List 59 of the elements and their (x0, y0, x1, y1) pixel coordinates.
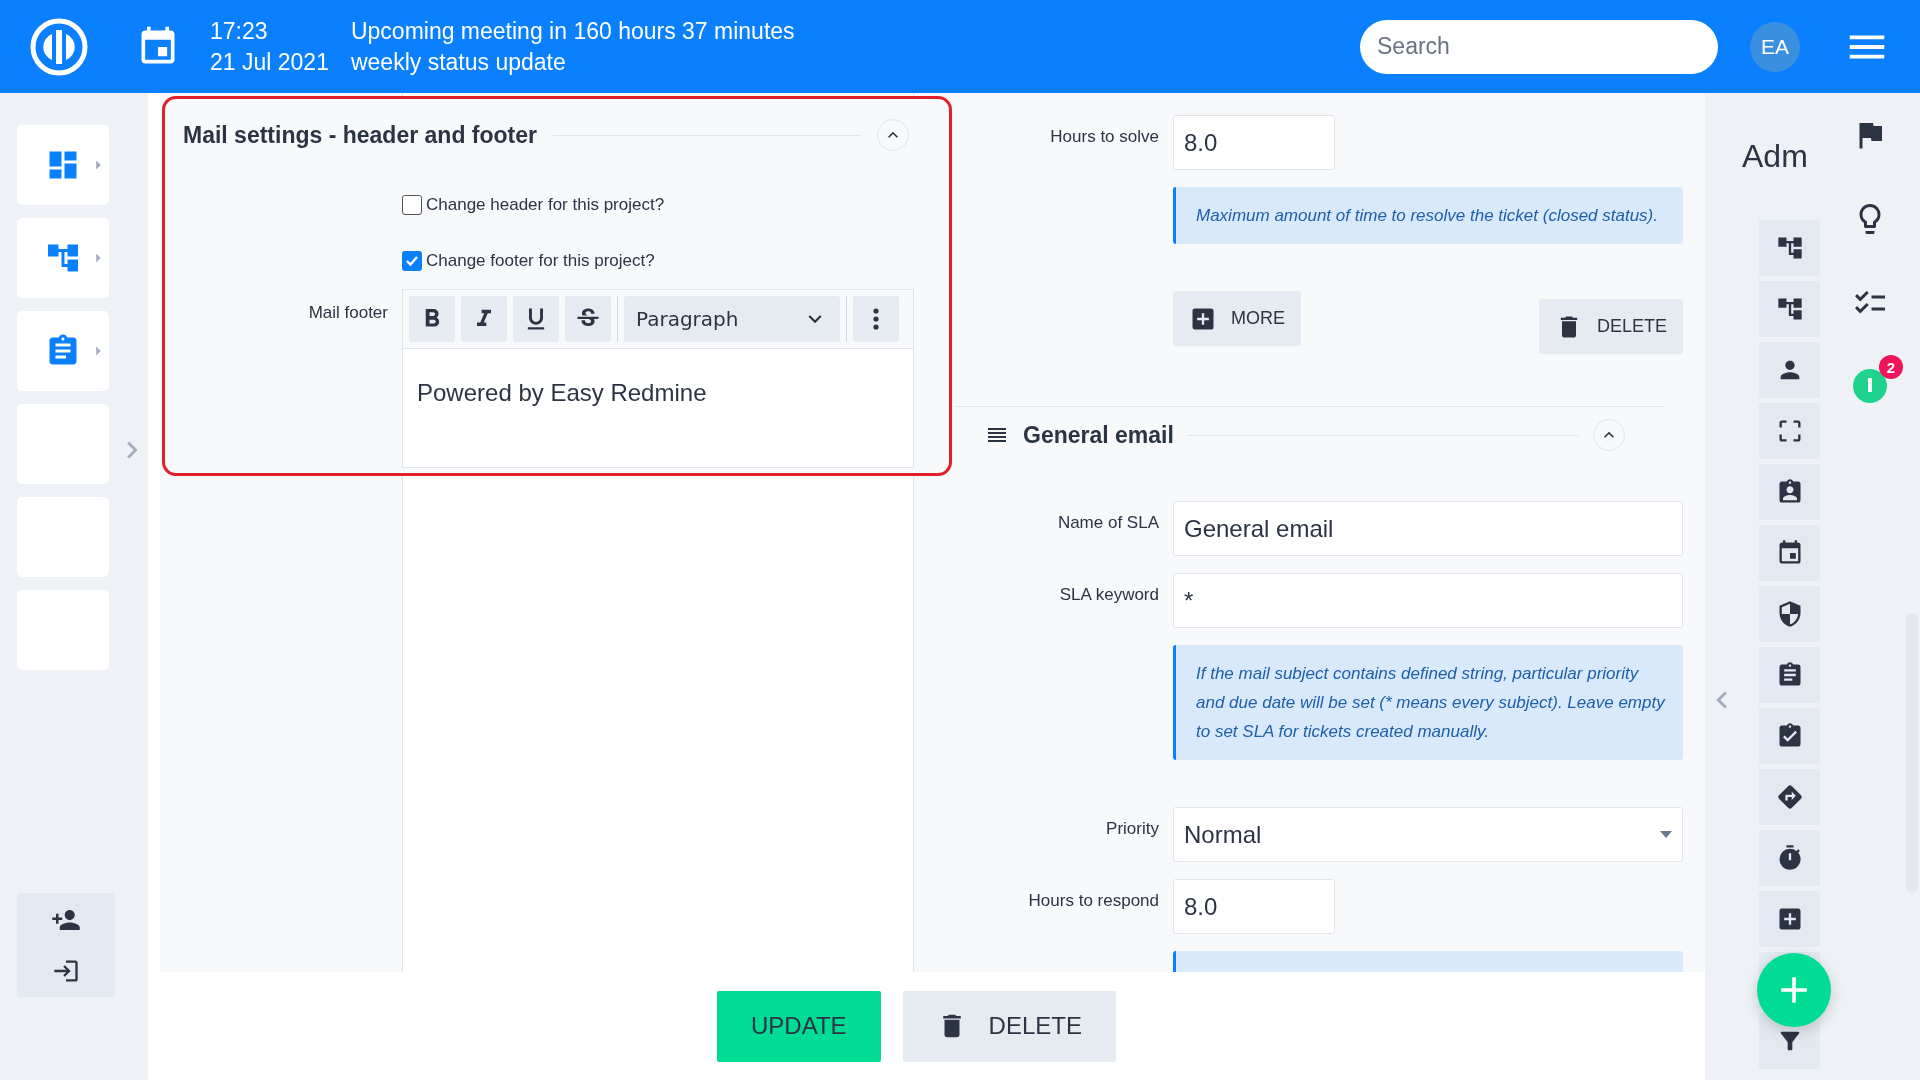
delete-button[interactable]: DELETE (902, 990, 1116, 1062)
field-label: SLA keyword (1058, 584, 1159, 605)
checkbox-label[interactable]: Change header for this project? (426, 195, 665, 215)
checkbox[interactable] (402, 195, 422, 215)
tree-button[interactable] (1759, 281, 1820, 337)
italic-button[interactable] (461, 296, 507, 342)
field-label: Mail footer (307, 302, 388, 324)
info-note: Maximum amount of time to resolve the ticket (closed status). (1173, 187, 1683, 244)
id-badge-button[interactable] (1759, 464, 1820, 520)
sidebar-tile[interactable] (17, 218, 109, 298)
checkmark-icon (405, 254, 419, 268)
vertical-dots-icon (873, 308, 879, 330)
notification-badge: 2 (1879, 355, 1903, 379)
meeting-countdown[interactable]: Upcoming meeting in 160 hours 37 minutes (350, 15, 795, 47)
plus-square-button[interactable] (1759, 891, 1820, 947)
search-field[interactable]: Search (1360, 19, 1718, 74)
editor-text: Powered by Easy Redmine (416, 378, 708, 408)
input-field[interactable]: * (1173, 573, 1683, 628)
field-label: Name of SLA (1056, 512, 1159, 533)
logo-icon[interactable] (30, 17, 88, 76)
more-button[interactable]: MORE (1173, 291, 1301, 346)
sidebar-tile[interactable] (17, 311, 109, 391)
input-field[interactable]: General email (1173, 501, 1683, 556)
stopwatch-button[interactable] (1759, 830, 1820, 886)
direction-sign-icon (1775, 783, 1804, 811)
field-label: Hours to solve (1049, 126, 1159, 147)
underline-button[interactable] (513, 296, 559, 342)
more-options-button[interactable] (853, 296, 899, 342)
meeting-time: 17:23 (210, 16, 269, 46)
info-note: If the mail subject contains defined string, particular priority and due date will be set (* means every subject). Leave empty to set SLA for tickets created manually. (1173, 645, 1683, 760)
checkbox-label[interactable]: Change footer for this project? (426, 251, 655, 271)
meeting-title[interactable]: weekly status update (350, 46, 795, 78)
direction-sign-button[interactable] (1759, 769, 1820, 825)
sidebar-tile[interactable] (17, 125, 109, 205)
tree-button[interactable] (1759, 220, 1820, 276)
meeting-date: 21 Jul 2021 (210, 47, 329, 77)
calendar-button[interactable] (1759, 525, 1820, 581)
strikethrough-button[interactable] (565, 296, 611, 342)
block-format-dropdown[interactable]: Paragraph (624, 296, 840, 342)
frame-button[interactable] (1759, 403, 1820, 459)
update-button[interactable]: UPDATE (717, 990, 881, 1062)
section-title: Mail settings - header and footer (183, 121, 537, 149)
rich-text-editor[interactable]: Paragraph Powered by Easy Redmine (402, 289, 914, 468)
panel-title: Adm (1742, 138, 1809, 175)
priority-select[interactable]: Normal (1173, 807, 1683, 862)
field-label: Priority (1105, 818, 1159, 839)
bold-button[interactable] (409, 296, 455, 342)
field-label: Hours to respond (1027, 890, 1159, 911)
input-field[interactable]: 8.0 (1173, 879, 1335, 934)
checkbox[interactable] (402, 251, 422, 271)
clipboard-check-button[interactable] (1759, 708, 1820, 764)
delete-button[interactable]: DELETE (1538, 299, 1683, 354)
section-title: General email (1023, 421, 1174, 449)
clipboard-button[interactable] (1759, 647, 1820, 703)
person-button[interactable] (1759, 342, 1820, 398)
input-field[interactable]: 8.0 (1173, 115, 1335, 170)
shield-button[interactable] (1759, 586, 1820, 642)
caret-down-icon (1660, 831, 1672, 838)
timer-icon[interactable] (1853, 369, 1887, 403)
